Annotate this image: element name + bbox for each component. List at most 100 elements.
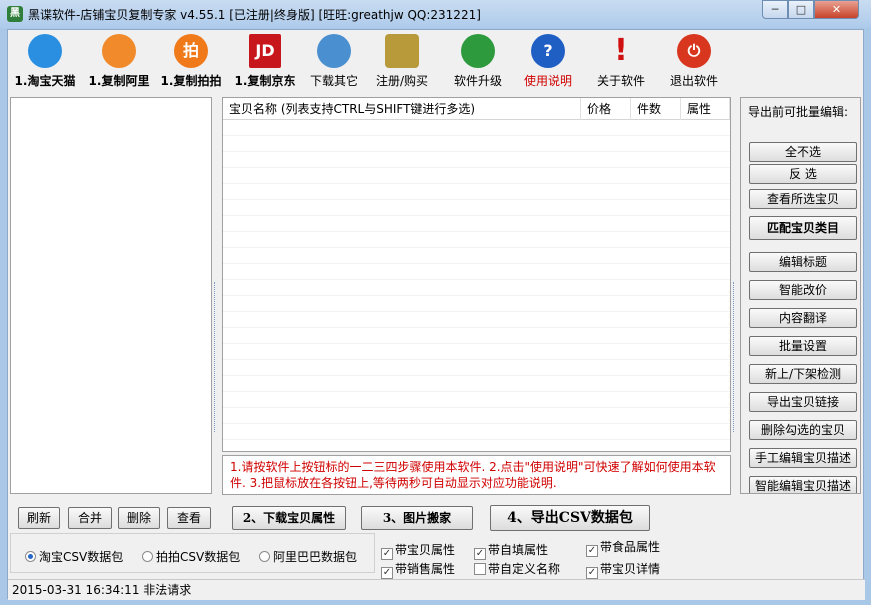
option-checkbox-1[interactable]: ✓ 带宝贝属性: [381, 541, 455, 560]
table-row[interactable]: [223, 264, 730, 280]
radio-label: 阿里巴巴数据包: [273, 550, 358, 564]
checkbox-label: 带食品属性: [600, 540, 661, 554]
status-bar: 2015-03-31 16:34:11 非法请求: [8, 579, 865, 600]
batch-button-10[interactable]: 导出宝贝链接: [749, 392, 857, 412]
tb-download-button[interactable]: 下载其它: [304, 34, 364, 89]
export-format-group: 淘宝CSV数据包 拍拍CSV数据包 阿里巴巴数据包: [10, 533, 375, 573]
computer-globe-icon: [317, 34, 351, 68]
table-row[interactable]: [223, 248, 730, 264]
tb-paipai-button[interactable]: 拍 1.复制拍拍: [156, 34, 226, 89]
table-row[interactable]: [223, 296, 730, 312]
table-row[interactable]: [223, 408, 730, 424]
table-row[interactable]: [223, 136, 730, 152]
batch-button-7[interactable]: 内容翻译: [749, 308, 857, 328]
radio-dot-icon: [259, 551, 270, 562]
export-csv-button[interactable]: 4、导出CSV数据包: [490, 505, 650, 531]
option-checkbox-6[interactable]: ✓ 带宝贝详情: [586, 560, 660, 579]
tb-upgrade-label: 软件升级: [453, 74, 502, 88]
download-attributes-button[interactable]: 2、下载宝贝属性: [232, 506, 346, 530]
table-row[interactable]: [223, 392, 730, 408]
batch-button-2[interactable]: 反 选: [749, 164, 857, 184]
title-bar[interactable]: 黑 黑谍软件-店铺宝贝复制专家 v4.55.1 [已注册|终身版] [旺旺:gr…: [0, 0, 871, 28]
batch-button-3[interactable]: 查看所选宝贝: [749, 189, 857, 209]
batch-button-1[interactable]: 全不选: [749, 142, 857, 162]
format-radio-2[interactable]: 拍拍CSV数据包: [142, 548, 240, 565]
table-row[interactable]: [223, 344, 730, 360]
close-button[interactable]: ✕: [814, 0, 859, 19]
category-tree-panel[interactable]: [10, 97, 212, 494]
tb-paipai-label: 1.复制拍拍: [160, 74, 222, 88]
batch-button-5[interactable]: 编辑标题: [749, 252, 857, 272]
format-radio-1[interactable]: 淘宝CSV数据包: [25, 548, 123, 565]
table-row[interactable]: [223, 152, 730, 168]
left-splitter[interactable]: [214, 97, 220, 494]
tb-help-button[interactable]: ? 使用说明: [520, 34, 576, 89]
paipai-icon: 拍: [174, 34, 208, 68]
app-logo-icon: 黑: [7, 6, 23, 22]
maximize-button[interactable]: □: [788, 0, 814, 19]
batch-button-6[interactable]: 智能改价: [749, 280, 857, 300]
delete-button[interactable]: 删除: [118, 507, 160, 529]
checkmark-icon: ✓: [586, 545, 598, 557]
checkbox-label: 带宝贝属性: [395, 543, 456, 557]
tb-exit-button[interactable]: ⏻ 退出软件: [666, 34, 722, 89]
list-body[interactable]: [223, 120, 730, 440]
refresh-button[interactable]: 刷新: [18, 507, 60, 529]
column-header-count[interactable]: 件数: [631, 98, 681, 120]
right-splitter[interactable]: [733, 97, 739, 494]
table-row[interactable]: [223, 120, 730, 136]
checkmark-icon: ✓: [381, 567, 393, 579]
table-row[interactable]: [223, 184, 730, 200]
option-checkbox-3[interactable]: ✓ 带食品属性: [586, 538, 660, 557]
table-row[interactable]: [223, 216, 730, 232]
client-area: 1.淘宝天猫 1.复制阿里 拍 1.复制拍拍 JD 1.复制京东 下载其它 注册/购买 软件升级…: [7, 29, 865, 600]
view-button[interactable]: 查看: [167, 507, 211, 529]
batch-button-4[interactable]: 匹配宝贝类目: [749, 216, 857, 240]
tb-jd-button[interactable]: JD 1.复制京东: [230, 34, 300, 89]
column-header-attr[interactable]: 属性: [681, 98, 730, 120]
batch-button-9[interactable]: 新上/下架检测: [749, 364, 857, 384]
tb-alibaba-button[interactable]: 1.复制阿里: [84, 34, 154, 89]
table-row[interactable]: [223, 312, 730, 328]
batch-button-11[interactable]: 删除勾选的宝贝: [749, 420, 857, 440]
tb-register-button[interactable]: 注册/购买: [372, 34, 432, 89]
option-checkbox-4[interactable]: ✓ 带销售属性: [381, 560, 455, 579]
keys-icon: [385, 34, 419, 68]
table-row[interactable]: [223, 424, 730, 440]
table-row[interactable]: [223, 328, 730, 344]
checkbox-label: 带自填属性: [488, 543, 549, 557]
tb-about-button[interactable]: ! 关于软件: [593, 34, 649, 89]
help-icon: ?: [531, 34, 565, 68]
column-header-price[interactable]: 价格: [581, 98, 631, 120]
option-checkbox-2[interactable]: ✓ 带自填属性: [474, 541, 548, 560]
table-row[interactable]: [223, 168, 730, 184]
table-row[interactable]: [223, 232, 730, 248]
taobao-icon: [28, 34, 62, 68]
merge-button[interactable]: 合并: [68, 507, 112, 529]
option-checkbox-5[interactable]: 带自定义名称: [474, 560, 560, 577]
list-header: 宝贝名称 (列表支持CTRL与SHIFT键进行多选) 价格 件数 属性: [223, 98, 730, 120]
tb-alibaba-label: 1.复制阿里: [88, 74, 150, 88]
format-radio-3[interactable]: 阿里巴巴数据包: [259, 548, 357, 565]
table-row[interactable]: [223, 200, 730, 216]
radio-label: 淘宝CSV数据包: [39, 550, 124, 564]
checkbox-label: 带自定义名称: [488, 562, 561, 576]
item-list[interactable]: 宝贝名称 (列表支持CTRL与SHIFT键进行多选) 价格 件数 属性: [222, 97, 731, 452]
checkmark-icon: ✓: [381, 548, 393, 560]
radio-label: 拍拍CSV数据包: [156, 550, 241, 564]
batch-button-13[interactable]: 智能编辑宝贝描述: [749, 476, 857, 493]
tb-upgrade-button[interactable]: 软件升级: [448, 34, 508, 89]
checkbox-label: 带销售属性: [395, 562, 456, 576]
tb-taobao-button[interactable]: 1.淘宝天猫: [10, 34, 80, 89]
checkmark-icon: ✓: [586, 567, 598, 579]
table-row[interactable]: [223, 280, 730, 296]
table-row[interactable]: [223, 376, 730, 392]
minimize-button[interactable]: ─: [762, 0, 788, 19]
upgrade-globe-icon: [461, 34, 495, 68]
column-header-name[interactable]: 宝贝名称 (列表支持CTRL与SHIFT键进行多选): [223, 98, 581, 120]
table-row[interactable]: [223, 360, 730, 376]
image-move-button[interactable]: 3、图片搬家: [361, 506, 473, 530]
tb-taobao-label: 1.淘宝天猫: [14, 74, 76, 88]
batch-button-12[interactable]: 手工编辑宝贝描述: [749, 448, 857, 468]
batch-button-8[interactable]: 批量设置: [749, 336, 857, 356]
